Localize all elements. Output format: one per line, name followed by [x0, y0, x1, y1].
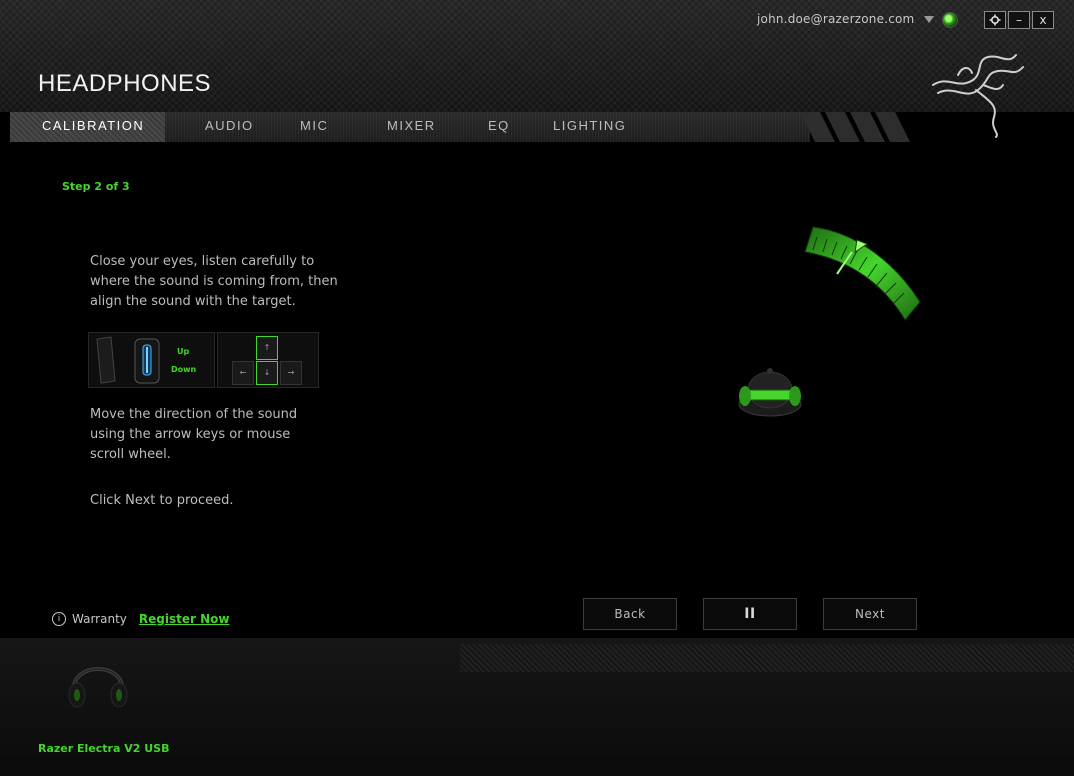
arrow-up-key: ↑	[256, 336, 278, 360]
arrow-right-key: →	[280, 361, 302, 385]
pause-button[interactable]: II	[703, 598, 797, 630]
listener-head-icon	[738, 368, 802, 417]
arrow-left-key: ←	[232, 361, 254, 385]
window-controls: – x	[984, 11, 1054, 29]
tab-eq[interactable]: EQ	[488, 118, 510, 133]
mouse-scroll-illustration: Up Down	[88, 332, 215, 388]
tab-lighting[interactable]: LIGHTING	[553, 118, 626, 133]
pause-icon: II	[744, 606, 756, 622]
instruction-text: Close your eyes, listen carefully to whe…	[90, 254, 338, 309]
account-dropdown-icon[interactable]	[924, 16, 934, 23]
minimize-button[interactable]: –	[1008, 11, 1030, 29]
tab-calibration[interactable]: CALIBRATION	[42, 118, 144, 133]
tab-mixer[interactable]: MIXER	[387, 118, 436, 133]
arrow-keys-illustration: ↑ ← ↓ →	[217, 332, 319, 388]
scroll-up-label: Up	[177, 347, 190, 356]
page-title: HEADPHONES	[38, 70, 212, 97]
tab-audio[interactable]: AUDIO	[205, 118, 254, 133]
scroll-down-label: Down	[171, 365, 197, 374]
register-now-link[interactable]: Register Now	[139, 612, 230, 626]
move-instruction-text: Move the direction of the sound using th…	[90, 407, 298, 462]
mouse-icon	[96, 336, 160, 384]
settings-button[interactable]	[984, 11, 1006, 29]
warranty-label: Warranty	[72, 612, 127, 626]
tab-bar	[0, 112, 1074, 142]
proceed-text: Click Next to proceed.	[90, 493, 234, 508]
step-indicator: Step 2 of 3	[62, 180, 130, 193]
device-name: Razer Electra V2 USB	[38, 742, 170, 755]
gear-icon	[989, 14, 1001, 26]
tab-mic[interactable]: MIC	[300, 118, 328, 133]
decorative-stripes	[800, 112, 910, 142]
footer-strip	[460, 644, 1074, 672]
info-icon: i	[52, 612, 66, 626]
warranty-row: i Warranty Register Now	[52, 612, 229, 626]
arrow-down-key: ↓	[256, 361, 278, 385]
calibration-panel	[0, 142, 1074, 642]
close-button[interactable]: x	[1032, 11, 1054, 29]
back-button[interactable]: Back	[583, 598, 677, 630]
account-email[interactable]: john.doe@razerzone.com	[757, 12, 914, 26]
online-status-icon	[942, 12, 958, 28]
headset-device-icon[interactable]	[62, 650, 134, 712]
sound-direction-arc[interactable]	[795, 222, 930, 332]
next-button[interactable]: Next	[823, 598, 917, 630]
